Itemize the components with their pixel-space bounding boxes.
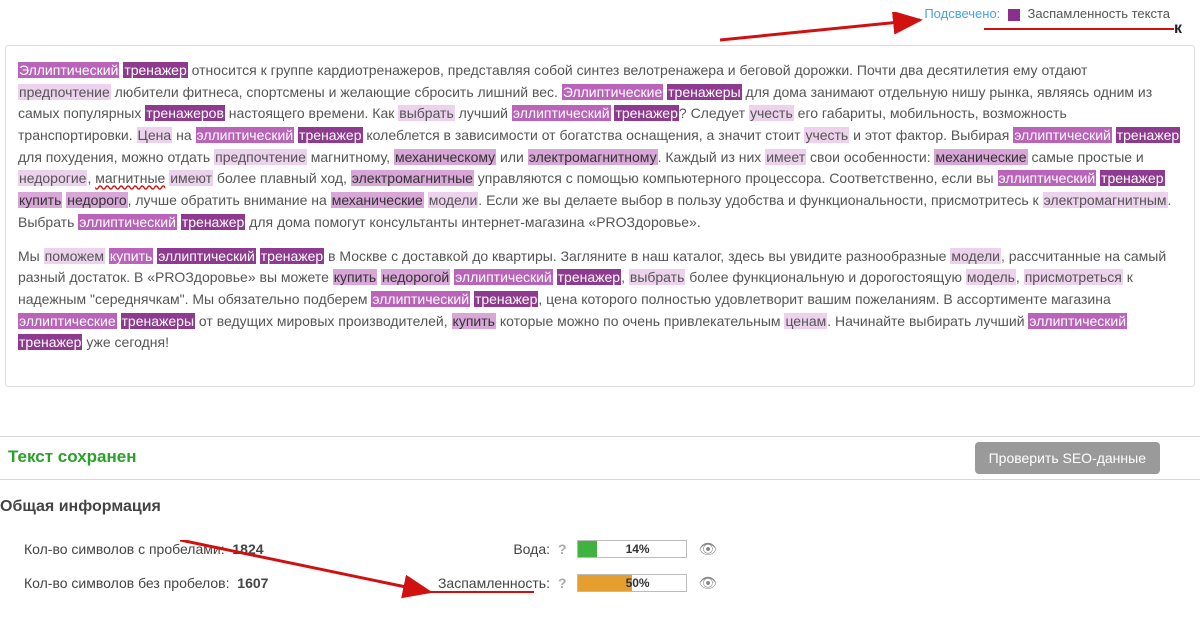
chars-with-spaces: Кол-во символов с пробелами: 1824 [0, 541, 300, 557]
text-analysis-card: Эллиптический тренажер относится к групп… [5, 45, 1195, 387]
legend-link[interactable]: Подсвечено: [924, 6, 1000, 21]
paragraph-1: Эллиптический тренажер относится к групп… [18, 60, 1182, 234]
eye-icon[interactable]: 👁 [699, 540, 718, 558]
chars-without-spaces: Кол-во символов без пробелов: 1607 [0, 575, 300, 591]
check-seo-button[interactable]: Проверить SEO-данные [975, 442, 1160, 474]
spam-value: 50% [626, 576, 650, 590]
corner-letter: к [1174, 20, 1182, 38]
paragraph-2: Мы поможем купить эллиптический тренажер… [18, 246, 1182, 354]
legend-swatch-icon [1008, 9, 1020, 21]
spam-bar: 50% [577, 574, 687, 592]
legend-row: Подсвечено: Заспамленность текста [924, 6, 1170, 21]
water-value: 14% [626, 542, 650, 556]
water-bar: 14% [577, 540, 687, 558]
info-heading: Общая информация [0, 498, 161, 516]
spam-bar-fill [578, 575, 632, 591]
annotation-arrow-top-icon [720, 12, 930, 42]
annotation-underline-top [984, 28, 1174, 30]
info-row-water: Кол-во символов с пробелами: 1824 Вода: … [0, 532, 1200, 566]
info-grid: Кол-во символов с пробелами: 1824 Вода: … [0, 532, 1200, 600]
water-bar-fill [578, 541, 597, 557]
help-icon[interactable]: ? [558, 541, 567, 557]
saved-status: Текст сохранен [8, 447, 136, 466]
eye-icon[interactable]: 👁 [699, 574, 718, 592]
water-label: Вода: [420, 541, 550, 557]
spam-label: Заспамленность: [420, 575, 550, 591]
info-row-spam: Кол-во символов без пробелов: 1607 Заспа… [0, 566, 1200, 600]
help-icon[interactable]: ? [558, 575, 567, 591]
annotation-underline-bottom [414, 591, 534, 593]
legend-label: Заспамленность текста [1028, 6, 1170, 21]
